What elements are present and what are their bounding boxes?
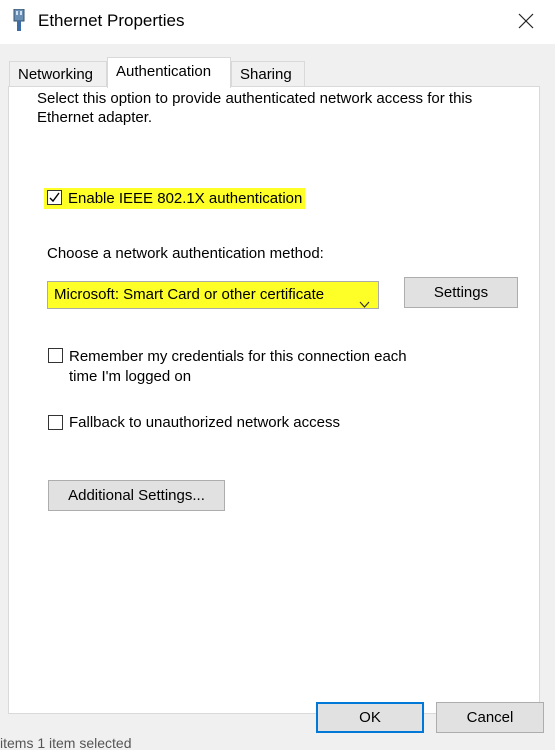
close-button[interactable] <box>497 0 555 44</box>
window-title: Ethernet Properties <box>38 11 185 30</box>
close-icon <box>518 13 534 29</box>
checkmark-icon <box>49 192 60 203</box>
tab-networking-label: Networking <box>18 66 94 83</box>
settings-button[interactable]: Settings <box>404 277 518 308</box>
auth-method-select[interactable]: Microsoft: Smart Card or other certifica… <box>47 281 379 309</box>
description-text: Select this option to provide authentica… <box>37 90 473 126</box>
enable-8021x-label: Enable IEEE 802.1X authentication <box>68 190 303 207</box>
auth-method-label: Choose a network authentication method: <box>47 245 324 262</box>
network-adapter-icon <box>13 8 25 33</box>
tab-authentication-label: Authentication <box>116 63 212 80</box>
background-window-remnant: items 1 item selected <box>0 735 132 750</box>
title-bar: Ethernet Properties <box>0 0 555 44</box>
tab-sharing-label: Sharing <box>240 66 292 83</box>
fallback-row[interactable]: Fallback to unauthorized network access <box>48 414 340 431</box>
remember-credentials-row[interactable]: Remember my credentials for this connect… <box>48 347 448 387</box>
fallback-label: Fallback to unauthorized network access <box>69 414 340 431</box>
remember-credentials-label: Remember my credentials for this connect… <box>69 348 407 385</box>
remember-credentials-checkbox[interactable] <box>48 348 63 363</box>
tab-networking[interactable]: Networking <box>9 61 107 87</box>
ok-button[interactable]: OK <box>316 702 424 733</box>
dialog-body: Networking Authentication Sharing <box>0 44 555 750</box>
chevron-down-icon <box>359 291 370 317</box>
additional-settings-button[interactable]: Additional Settings... <box>48 480 225 511</box>
tab-sharing[interactable]: Sharing <box>231 61 305 87</box>
enable-8021x-checkbox[interactable] <box>47 190 62 205</box>
authentication-panel <box>8 86 540 714</box>
fallback-checkbox[interactable] <box>48 415 63 430</box>
auth-method-value: Microsoft: Smart Card or other certifica… <box>54 286 325 303</box>
cancel-button[interactable]: Cancel <box>436 702 544 733</box>
tab-authentication[interactable]: Authentication <box>107 57 231 88</box>
enable-8021x-row[interactable]: Enable IEEE 802.1X authentication <box>44 188 306 209</box>
